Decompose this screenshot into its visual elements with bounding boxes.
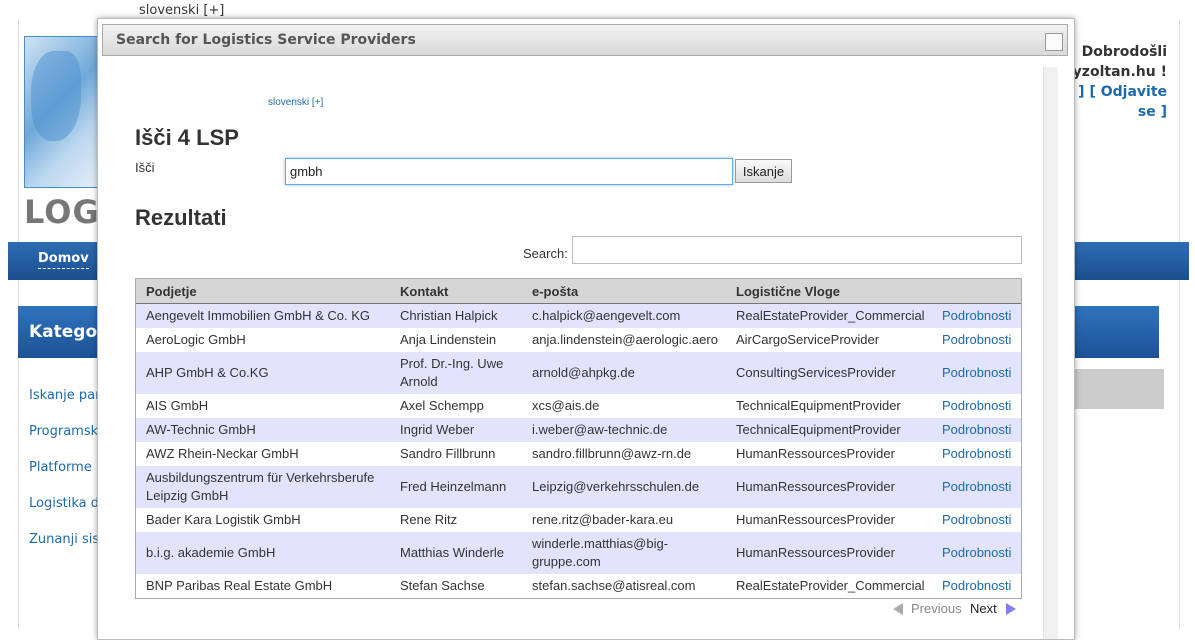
search-button[interactable]: Iskanje	[735, 159, 792, 183]
cell-email: stefan.sachse@atisreal.com	[522, 573, 726, 598]
cell-role: RealEstateProvider_Commercial	[726, 303, 932, 328]
details-link[interactable]: Podrobnosti	[932, 465, 1021, 508]
details-link[interactable]: Podrobnosti	[932, 417, 1021, 442]
table-header-row: Podjetje Kontakt e-pošta Logistične Vlog…	[136, 279, 1021, 304]
filter-input[interactable]	[572, 236, 1022, 264]
cell-email: Leipzig@verkehrsschulen.de	[522, 465, 726, 508]
cell-company: AHP GmbH & Co.KG	[136, 351, 390, 394]
cell-company: AWZ Rhein-Neckar GmbH	[136, 441, 390, 466]
logout-link[interactable]: Odjavite	[1101, 84, 1167, 100]
nav-home-link[interactable]: Domov	[38, 251, 89, 269]
cell-company: AIS GmbH	[136, 393, 390, 418]
details-link[interactable]: Podrobnosti	[932, 393, 1021, 418]
cell-role: TechnicalEquipmentProvider	[726, 417, 932, 442]
cell-company: Bader Kara Logistik GmbH	[136, 507, 390, 532]
column-header-details	[932, 279, 1021, 304]
filter-label: Search:	[523, 246, 568, 261]
cell-contact: Ingrid Weber	[390, 417, 522, 442]
cell-role: ConsultingServicesProvider	[726, 351, 932, 394]
sidebar-link-search-partners[interactable]: Iskanje part	[29, 388, 106, 403]
column-header-email[interactable]: e-pošta	[522, 279, 726, 304]
sidebar-link-platforms[interactable]: Platforme	[29, 460, 92, 475]
table-row: AWZ Rhein-Neckar GmbH Sandro Fillbrunn s…	[136, 441, 1021, 466]
cell-company: b.i.g. akademie GmbH	[136, 531, 390, 574]
logo-map-image	[24, 36, 98, 188]
table-row: BNP Paribas Real Estate GmbH Stefan Sach…	[136, 573, 1021, 598]
sidebar-link-external-systems[interactable]: Zunanji sist	[29, 532, 104, 547]
cell-email: i.weber@aw-technic.de	[522, 417, 726, 442]
pager-next-button[interactable]: Next	[970, 601, 997, 616]
details-link[interactable]: Podrobnosti	[932, 327, 1021, 352]
cell-email: winderle.matthias@big-gruppe.com	[522, 531, 726, 574]
table-row: Bader Kara Logistik GmbH Rene Ritz rene.…	[136, 507, 1021, 532]
cell-role: RealEstateProvider_Commercial	[726, 573, 932, 598]
cell-email: rene.ritz@bader-kara.eu	[522, 507, 726, 532]
dialog-scrollbar[interactable]	[1043, 67, 1058, 639]
cell-role: HumanRessourcesProvider	[726, 441, 932, 466]
cell-email: xcs@ais.de	[522, 393, 726, 418]
results-heading: Rezultati	[135, 205, 227, 230]
dialog-title: Search for Logistics Service Providers	[116, 32, 416, 48]
cell-role: HumanRessourcesProvider	[726, 465, 932, 508]
cell-email: anja.lindenstein@aerologic.aero	[522, 327, 726, 352]
cell-contact: Stefan Sachse	[390, 573, 522, 598]
table-row: Ausbildungszentrum für Verkehrsberufe Le…	[136, 465, 1021, 508]
cell-contact: Christian Halpick	[390, 303, 522, 328]
cell-contact: Axel Schempp	[390, 393, 522, 418]
cell-company: BNP Paribas Real Estate GmbH	[136, 573, 390, 598]
cell-role: HumanRessourcesProvider	[726, 507, 932, 532]
cell-contact: Fred Heinzelmann	[390, 465, 522, 508]
cell-company: AW-Technic GmbH	[136, 417, 390, 442]
cell-contact: Rene Ritz	[390, 507, 522, 532]
cell-email: c.halpick@aengevelt.com	[522, 303, 726, 328]
details-link[interactable]: Podrobnosti	[932, 303, 1021, 328]
details-link[interactable]: Podrobnosti	[932, 507, 1021, 532]
dialog-titlebar[interactable]: Search for Logistics Service Providers	[102, 24, 1068, 56]
cell-contact: Anja Lindenstein	[390, 327, 522, 352]
cell-role: AirCargoServiceProvider	[726, 327, 932, 352]
details-link[interactable]: Podrobnosti	[932, 531, 1021, 574]
details-link[interactable]: Podrobnosti	[932, 441, 1021, 466]
pager-previous-button[interactable]: Previous	[911, 601, 962, 616]
search-input[interactable]	[285, 158, 733, 185]
previous-arrow-icon[interactable]	[893, 603, 903, 615]
cell-contact: Prof. Dr.-Ing. Uwe Arnold	[390, 351, 522, 394]
page-language-switch[interactable]: slovenski [+]	[139, 3, 224, 18]
cell-company: Aengevelt Immobilien GmbH & Co. KG	[136, 303, 390, 328]
lsp-search-dialog: Search for Logistics Service Providers s…	[97, 18, 1075, 640]
column-header-company[interactable]: Podjetje	[136, 279, 390, 304]
dialog-language-switch[interactable]: slovenski [+]	[268, 97, 323, 108]
next-arrow-icon[interactable]	[1006, 603, 1016, 615]
cell-contact: Sandro Fillbrunn	[390, 441, 522, 466]
table-row: AeroLogic GmbH Anja Lindenstein anja.lin…	[136, 327, 1021, 352]
cell-company: AeroLogic GmbH	[136, 327, 390, 352]
right-panel-gray	[1074, 369, 1164, 409]
dialog-close-button[interactable]	[1045, 33, 1063, 51]
search-heading: Išči 4 LSP	[135, 125, 239, 150]
cell-email: sandro.fillbrunn@awz-rn.de	[522, 441, 726, 466]
right-panel-header	[1074, 306, 1159, 358]
results-table: Podjetje Kontakt e-pošta Logistične Vlog…	[135, 278, 1022, 599]
logo-text: LOG	[24, 193, 100, 231]
cell-email: arnold@ahpkg.de	[522, 351, 726, 394]
details-link[interactable]: Podrobnosti	[932, 351, 1021, 394]
sidebar-link-software[interactable]: Programska	[29, 424, 106, 439]
cell-role: TechnicalEquipmentProvider	[726, 393, 932, 418]
cell-contact: Matthias Winderle	[390, 531, 522, 574]
column-header-contact[interactable]: Kontakt	[390, 279, 522, 304]
sidebar-link-logistics[interactable]: Logistika do	[29, 496, 107, 511]
search-label: Išči	[135, 160, 155, 175]
table-row: AHP GmbH & Co.KG Prof. Dr.-Ing. Uwe Arno…	[136, 351, 1021, 394]
table-row: AW-Technic GmbH Ingrid Weber i.weber@aw-…	[136, 417, 1021, 442]
table-row: b.i.g. akademie GmbH Matthias Winderle w…	[136, 531, 1021, 574]
cell-company: Ausbildungszentrum für Verkehrsberufe Le…	[136, 465, 390, 508]
table-row: AIS GmbH Axel Schempp xcs@ais.de Technic…	[136, 393, 1021, 418]
table-row: Aengevelt Immobilien GmbH & Co. KG Chris…	[136, 303, 1021, 328]
cell-role: HumanRessourcesProvider	[726, 531, 932, 574]
column-header-roles[interactable]: Logistične Vloge	[726, 279, 932, 304]
details-link[interactable]: Podrobnosti	[932, 573, 1021, 598]
